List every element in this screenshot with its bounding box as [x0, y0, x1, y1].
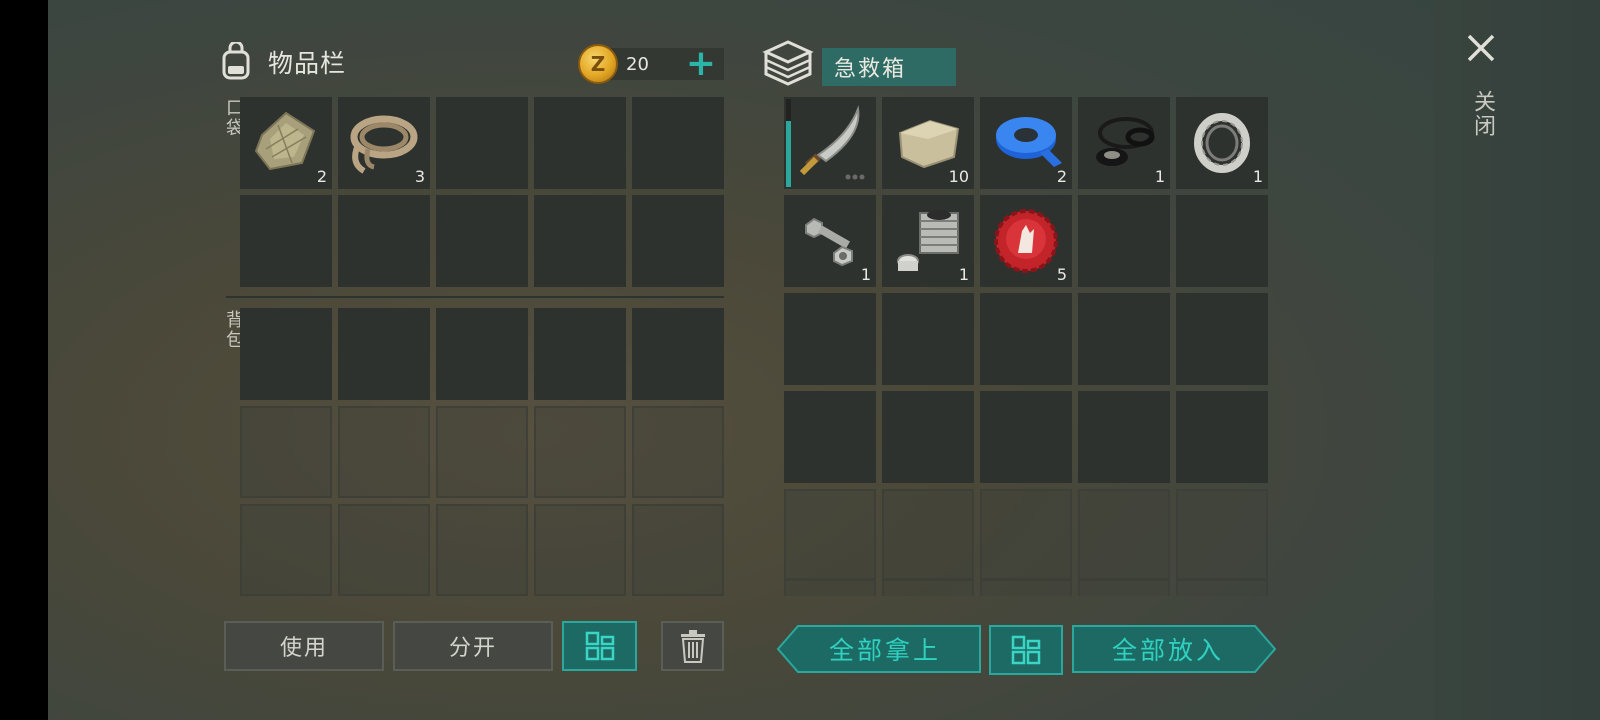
- locked-slot: [240, 406, 332, 498]
- backpack-slot[interactable]: [436, 308, 528, 400]
- locked-slot: [534, 504, 626, 596]
- item-quantity: 10: [948, 167, 969, 186]
- item-quantity: 5: [1056, 265, 1067, 284]
- rope-icon: [350, 115, 418, 174]
- locked-slot: [338, 504, 430, 596]
- locked-slot: [534, 406, 626, 498]
- pocket-slot[interactable]: [436, 97, 528, 189]
- locked-slot: [1176, 489, 1268, 581]
- chest-slot[interactable]: [1176, 391, 1268, 483]
- take-all-label: 全部拿上: [828, 636, 941, 665]
- item-quantity: 3: [414, 167, 425, 186]
- rubber-seals-icon: [1096, 117, 1155, 166]
- locked-slot: [784, 489, 876, 581]
- sort-chest-button[interactable]: [989, 625, 1063, 675]
- locked-slot: [632, 406, 724, 498]
- chest-slot[interactable]: [980, 391, 1072, 483]
- coin-icon: Z: [578, 44, 618, 84]
- bolt-nut-icon: [805, 217, 853, 267]
- locked-slot: [632, 504, 724, 596]
- chest-slot[interactable]: [882, 391, 974, 483]
- bottle-cap-icon: [994, 209, 1058, 273]
- locked-slot: [338, 406, 430, 498]
- close-label[interactable]: 关闭: [1466, 90, 1498, 138]
- chest-slot[interactable]: 1: [1078, 97, 1170, 189]
- inventory-header: 物品栏: [216, 40, 347, 82]
- bearing-icon: [1194, 113, 1250, 173]
- backpack-slot[interactable]: [338, 308, 430, 400]
- put-all-button[interactable]: 全部放入: [1071, 624, 1277, 674]
- engine-cylinder-icon: [897, 210, 959, 271]
- grid-sort-icon: [1011, 635, 1041, 665]
- durability-bar: [786, 121, 791, 187]
- grid-sort-icon: [585, 631, 614, 661]
- chest-slot[interactable]: [784, 293, 876, 385]
- locked-slot: [240, 504, 332, 596]
- chest-slot[interactable]: [1078, 293, 1170, 385]
- item-quantity: 2: [1056, 167, 1067, 186]
- chest-slot[interactable]: 1: [1176, 97, 1268, 189]
- item-quantity: 1: [860, 265, 871, 284]
- add-coins-button[interactable]: +: [686, 44, 716, 84]
- pocket-grid: 2 3: [240, 97, 724, 287]
- chest-slot[interactable]: [784, 97, 876, 189]
- locked-slot: [436, 406, 528, 498]
- take-all-button[interactable]: 全部拿上: [776, 624, 982, 674]
- pocket-slot[interactable]: [534, 97, 626, 189]
- chest-slot[interactable]: [882, 293, 974, 385]
- chest-grid: 10 2 1 1 1 1 5: [784, 97, 1268, 581]
- chest-slot[interactable]: [980, 293, 1072, 385]
- trash-icon: [680, 630, 705, 663]
- locked-slot: [980, 489, 1072, 581]
- item-quantity: 1: [1154, 167, 1165, 186]
- chest-slot[interactable]: 5: [980, 195, 1072, 287]
- chest-slot[interactable]: 2: [980, 97, 1072, 189]
- chest-slot[interactable]: [1078, 391, 1170, 483]
- split-button[interactable]: 分开: [393, 621, 553, 671]
- pocket-slot[interactable]: [240, 195, 332, 287]
- sort-inventory-button[interactable]: [562, 621, 637, 671]
- backpack-slot[interactable]: [534, 308, 626, 400]
- locked-slot: [436, 504, 528, 596]
- coin-amount: 20: [626, 53, 649, 75]
- delete-button[interactable]: [661, 621, 724, 671]
- pocket-slot[interactable]: [632, 97, 724, 189]
- chest-slot[interactable]: [1078, 195, 1170, 287]
- locked-slot: [1078, 489, 1170, 581]
- item-quantity: 1: [958, 265, 969, 284]
- use-button[interactable]: 使用: [224, 621, 384, 671]
- blue-tape-icon: [996, 117, 1062, 167]
- put-all-label: 全部放入: [1111, 636, 1224, 665]
- machete-icon: [799, 105, 865, 180]
- backpack-slot[interactable]: [240, 308, 332, 400]
- close-icon: [1467, 34, 1495, 62]
- chest-slot[interactable]: [1176, 293, 1268, 385]
- item-quantity: 2: [316, 167, 327, 186]
- pocket-slot[interactable]: [632, 195, 724, 287]
- pocket-slot[interactable]: [436, 195, 528, 287]
- locked-slot: [882, 489, 974, 581]
- section-divider: [226, 296, 724, 298]
- pocket-slot[interactable]: 2: [240, 97, 332, 189]
- chest-icon: [762, 38, 814, 88]
- backpack-grid: [240, 308, 724, 596]
- cloth-icon: [254, 111, 316, 171]
- chest-grid-overflow[interactable]: [784, 578, 1272, 596]
- backpack-icon: [216, 40, 256, 82]
- pocket-slot[interactable]: 3: [338, 97, 430, 189]
- inventory-title: 物品栏: [268, 49, 347, 78]
- chest-slot[interactable]: 10: [882, 97, 974, 189]
- chest-slot[interactable]: [784, 391, 876, 483]
- coin-counter: Z 20 +: [578, 44, 724, 84]
- close-button[interactable]: [1461, 28, 1501, 68]
- chest-slot[interactable]: 1: [784, 195, 876, 287]
- backpack-slot[interactable]: [632, 308, 724, 400]
- chest-slot[interactable]: [1176, 195, 1268, 287]
- pocket-slot[interactable]: [338, 195, 430, 287]
- chest-title: 急救箱: [822, 48, 956, 86]
- right-panel-strip: [1434, 0, 1600, 720]
- chest-slot[interactable]: 1: [882, 195, 974, 287]
- item-quantity: 1: [1252, 167, 1263, 186]
- pocket-slot[interactable]: [534, 195, 626, 287]
